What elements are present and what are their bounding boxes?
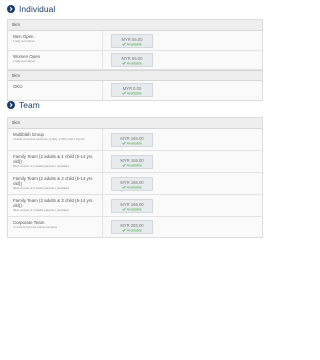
group-header: 5km	[8, 20, 262, 31]
section-title: Team	[19, 100, 40, 110]
ticket-note: Include 4 runners minimum (1 lady, 1 OKU…	[13, 136, 85, 141]
team-section: Team	[0, 98, 270, 112]
ticket-name: Multiblah Group Include 4 runners minimum…	[13, 132, 97, 141]
group-header: 5km	[8, 118, 262, 129]
check-icon	[122, 228, 126, 232]
price-box[interactable]: MYR 265.00 Available	[111, 220, 153, 234]
ticket-name: Family Team (2 adults & 1 child (5-14 yr…	[13, 154, 97, 168]
team-table: 5km Multiblah Group Include 4 runners min…	[7, 117, 263, 238]
ticket-note: 1 lady and above	[13, 38, 36, 43]
individual-table: 5km Men Open 1 lady and above MYR 55.00 A…	[7, 19, 263, 101]
ticket-name: Women Open 1 lady and above	[13, 54, 97, 63]
check-icon	[122, 207, 126, 211]
chevron-circle-icon	[7, 5, 15, 13]
check-icon	[122, 91, 126, 95]
individual-heading[interactable]: Individual	[0, 2, 270, 16]
availability-status: Available	[126, 185, 142, 189]
ticket-row: Family Team (2 adults & 2 child (5-14 yr…	[8, 173, 262, 195]
ticket-row: Women Open 1 lady and above MYR 55.00 Ava…	[8, 51, 262, 70]
check-icon	[122, 163, 126, 167]
check-icon	[122, 42, 126, 46]
ticket-name: Family Team (2 adults & 3 child (5-14 yr…	[13, 198, 97, 212]
ticket-note: Must consist of 2 adults (parents / guar…	[13, 185, 70, 190]
individual-section: Individual	[0, 2, 270, 16]
team-heading[interactable]: Team	[0, 98, 270, 112]
chevron-circle-icon	[7, 101, 15, 109]
column-divider	[102, 195, 103, 216]
price-box[interactable]: MYR 165.00 Available	[111, 133, 153, 147]
availability-status: Available	[126, 61, 142, 65]
price-box[interactable]: MYR 165.00 Available	[111, 199, 153, 213]
ticket-name: OKU	[13, 84, 23, 89]
ticket-row: Family Team (2 adults & 3 child (5-14 yr…	[8, 195, 262, 217]
ticket-note: 1 lady and above	[13, 58, 36, 63]
ticket-row: Men Open 1 lady and above MYR 55.00 Avail…	[8, 31, 262, 51]
check-icon	[122, 141, 126, 145]
price-box[interactable]: MYR 55.00 Available	[111, 34, 153, 48]
column-divider	[102, 173, 103, 194]
column-divider	[102, 31, 103, 50]
column-divider	[102, 217, 103, 237]
availability-status: Available	[126, 42, 142, 46]
price-box[interactable]: MYR 55.00 Available	[111, 53, 153, 67]
ticket-name: Men Open 1 lady and above	[13, 34, 97, 43]
price-box[interactable]: MYR 165.00 Available	[111, 177, 153, 191]
availability-status: Available	[126, 141, 142, 145]
ticket-note: Must consist of 2 adults (parents / guar…	[13, 207, 70, 212]
column-divider	[102, 151, 103, 172]
section-title: Individual	[19, 4, 56, 14]
ticket-name: Corporate Team 4 runners from the same co…	[13, 220, 97, 229]
column-divider	[102, 51, 103, 69]
availability-status: Available	[126, 91, 142, 95]
price-box[interactable]: MYR 0.00 Available	[111, 83, 153, 97]
ticket-note: Must consist of 2 adults (parents / guar…	[13, 163, 70, 168]
ticket-row: Corporate Team 4 runners from the same co…	[8, 217, 262, 237]
check-icon	[122, 185, 126, 189]
ticket-row: Family Team (2 adults & 1 child (5-14 yr…	[8, 151, 262, 173]
availability-status: Available	[126, 228, 142, 232]
column-divider	[102, 129, 103, 150]
availability-status: Available	[126, 207, 142, 211]
group-header: 5km	[8, 70, 262, 81]
check-icon	[122, 61, 126, 65]
availability-status: Available	[126, 163, 142, 167]
ticket-row: Multiblah Group Include 4 runners minimum…	[8, 129, 262, 151]
ticket-note: 4 runners from the same company	[13, 224, 58, 229]
price-box[interactable]: MYR 165.00 Available	[111, 155, 153, 169]
ticket-name: Family Team (2 adults & 2 child (5-14 yr…	[13, 176, 97, 190]
